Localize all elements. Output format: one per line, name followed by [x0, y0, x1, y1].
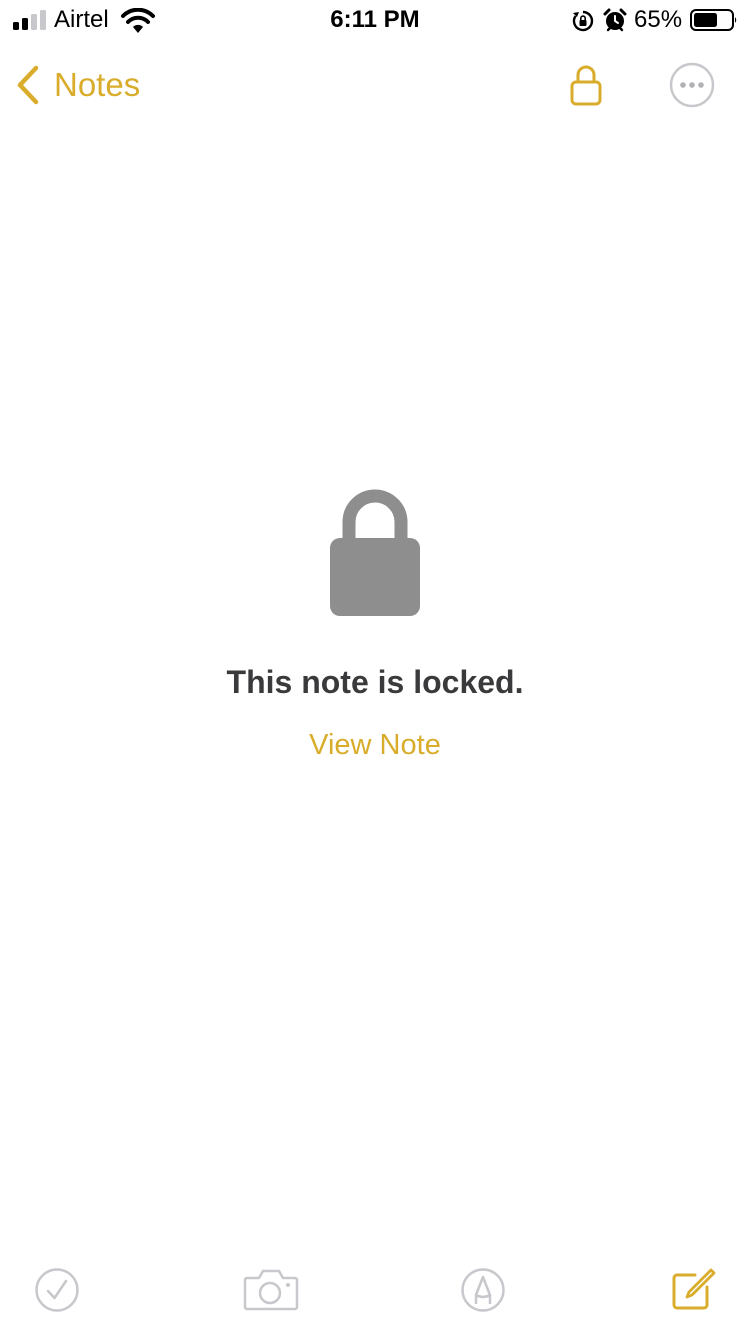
markup-icon[interactable]: [459, 1266, 507, 1314]
lock-icon: [330, 489, 420, 616]
status-bar: Airtel 6:11 PM 65%: [0, 0, 750, 40]
battery-icon: [690, 9, 737, 31]
checklist-icon[interactable]: [33, 1266, 81, 1314]
alarm-icon: [603, 8, 627, 32]
lock-icon[interactable]: [566, 62, 606, 108]
battery-percent: 65%: [634, 6, 683, 33]
locked-message: This note is locked.: [226, 664, 524, 700]
compose-icon[interactable]: [668, 1266, 716, 1314]
back-button[interactable]: Notes: [14, 60, 140, 110]
chevron-left-icon: [17, 65, 39, 105]
more-icon[interactable]: [668, 61, 716, 109]
locked-note-panel: This note is locked. View Note: [0, 480, 750, 763]
back-button-label: Notes: [54, 66, 141, 103]
orientation-lock-icon: [572, 10, 594, 32]
view-note-button[interactable]: View Note: [309, 727, 441, 763]
camera-icon[interactable]: [242, 1266, 300, 1314]
